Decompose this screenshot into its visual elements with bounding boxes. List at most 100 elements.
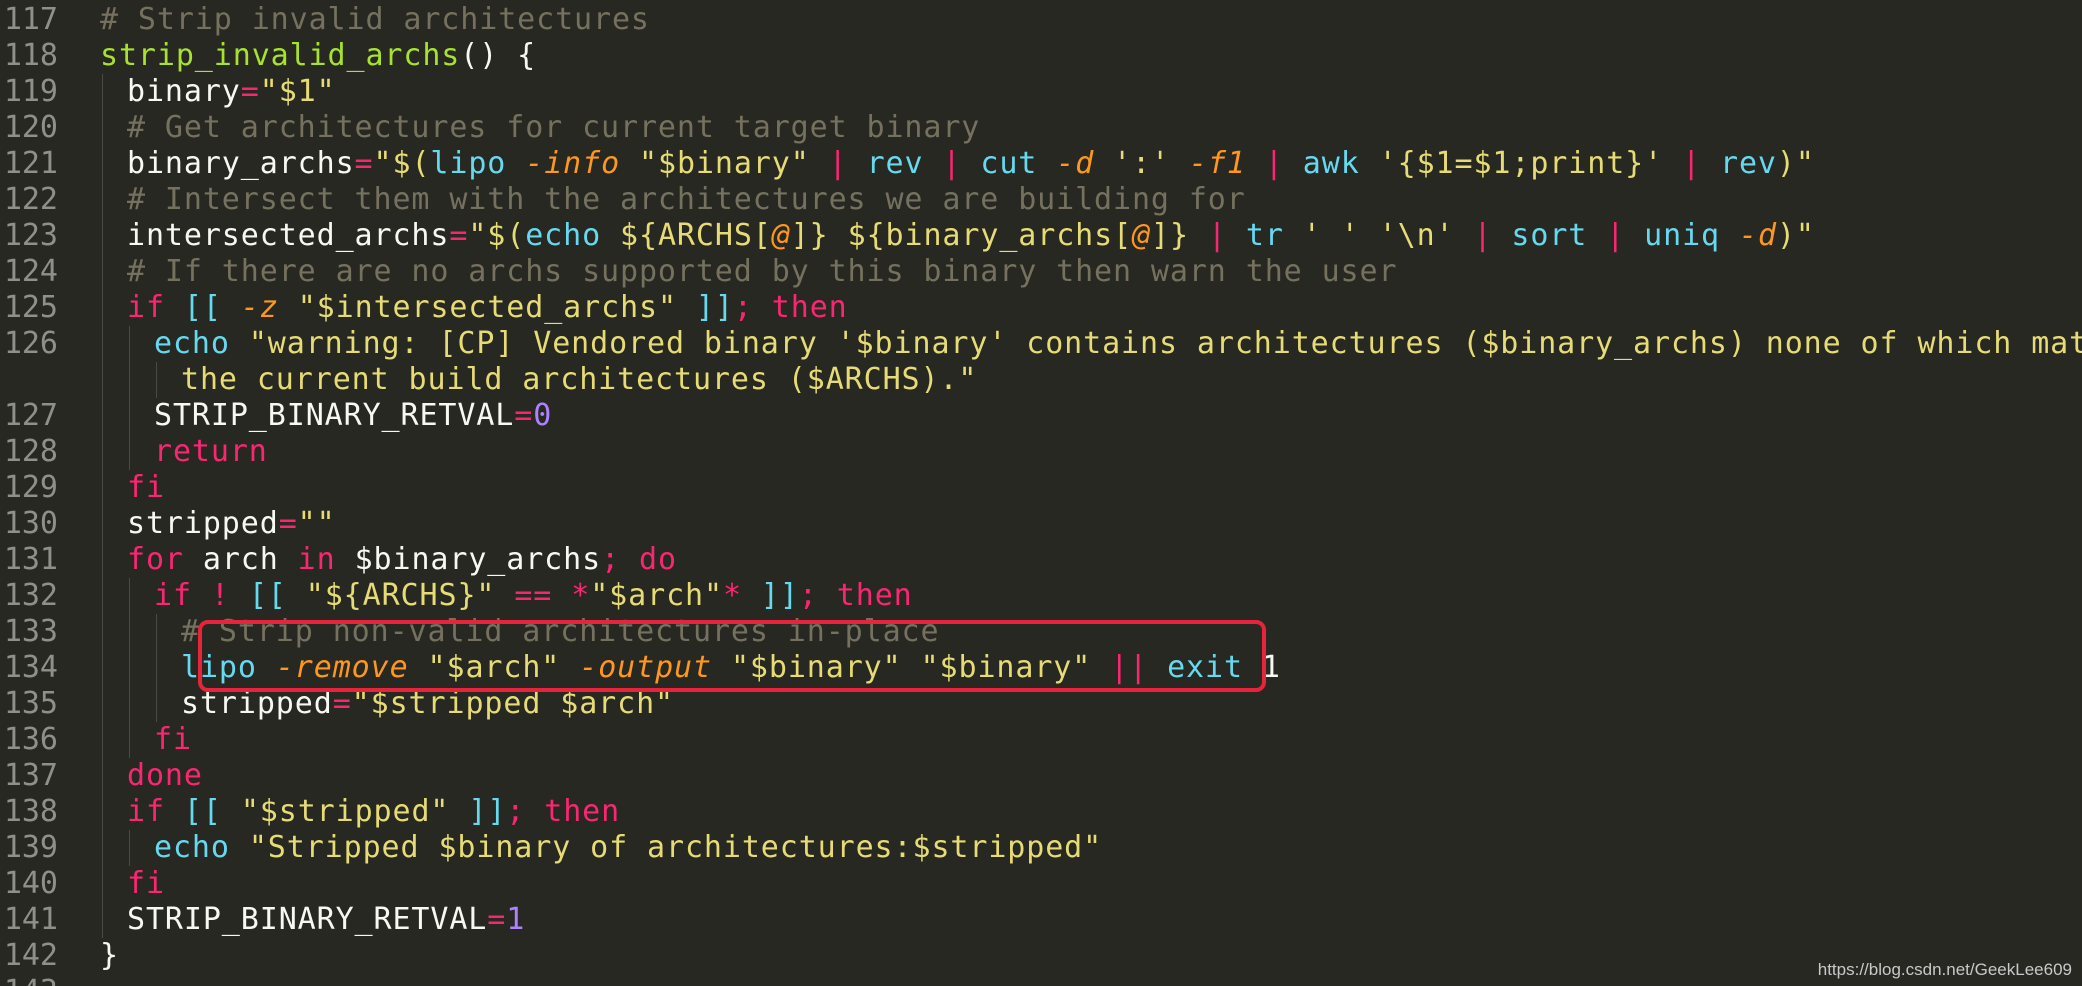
code-line[interactable]: 126 echo "warning: [CP] Vendored binary '… bbox=[0, 326, 2082, 362]
code-text: echo "warning: [CP] Vendored binary '$bi… bbox=[154, 326, 2082, 362]
code-line[interactable]: 122 # Intersect them with the architectur… bbox=[0, 182, 2082, 218]
code-token: '\n' bbox=[1378, 218, 1455, 253]
code-line[interactable]: 137 done bbox=[0, 758, 2082, 794]
indent-guide bbox=[102, 434, 103, 470]
code-token: uniq bbox=[1644, 218, 1721, 253]
code-token: strip_invalid_archs bbox=[100, 38, 461, 73]
code-token: )" bbox=[1776, 218, 1815, 253]
code-token: )" bbox=[1776, 146, 1815, 181]
code-text: the current build architectures ($ARCHS)… bbox=[181, 362, 977, 398]
code-line[interactable]: 138 if [[ "$stripped" ]]; then bbox=[0, 794, 2082, 830]
code-line[interactable]: 128 return bbox=[0, 434, 2082, 470]
line-number: 138 bbox=[3, 794, 58, 829]
code-token: echo bbox=[154, 326, 230, 361]
line-number: 120 bbox=[3, 110, 58, 145]
code-token: = bbox=[487, 902, 507, 937]
code-token: == bbox=[514, 578, 553, 613]
indent-guide bbox=[102, 326, 103, 362]
code-token: ${ARCHS[ bbox=[620, 218, 772, 253]
code-token: ]] bbox=[695, 290, 734, 325]
indent-guide bbox=[102, 506, 103, 542]
code-token: fi bbox=[127, 866, 165, 901]
code-token: sort bbox=[1511, 218, 1588, 253]
code-token: # Intersect them with the architectures … bbox=[127, 182, 1246, 217]
code-text: if [[ -z "$intersected_archs" ]]; then bbox=[127, 290, 848, 326]
code-token: * bbox=[722, 578, 742, 613]
code-token: ; bbox=[733, 290, 753, 325]
indent-guide bbox=[102, 722, 103, 758]
code-token: stripped bbox=[127, 506, 279, 541]
code-line[interactable]: 121 binary_archs="$(lipo -info "$binary" … bbox=[0, 146, 2082, 182]
indent-guide bbox=[129, 830, 130, 866]
code-text: binary="$1" bbox=[127, 74, 336, 110]
code-line[interactable]: 127 STRIP_BINARY_RETVAL=0 bbox=[0, 398, 2082, 434]
code-line[interactable]: 129 fi bbox=[0, 470, 2082, 506]
line-number: 143 bbox=[0, 974, 58, 986]
code-line[interactable]: 125 if [[ -z "$intersected_archs" ]]; the… bbox=[0, 290, 2082, 326]
line-number: 141 bbox=[3, 902, 58, 937]
indent-guide bbox=[156, 686, 157, 722]
indent-guide bbox=[156, 362, 157, 398]
line-number: 132 bbox=[3, 578, 58, 613]
code-text: STRIP_BINARY_RETVAL=0 bbox=[154, 398, 552, 434]
line-number: 126 bbox=[3, 326, 58, 361]
indent-guide bbox=[102, 794, 103, 830]
indent-guide bbox=[102, 902, 103, 938]
code-text: fi bbox=[127, 866, 165, 902]
indent-guide bbox=[102, 362, 103, 398]
indent-guide bbox=[129, 434, 130, 470]
indent-guide bbox=[156, 650, 157, 686]
code-line[interactable]: 143 bbox=[0, 974, 2082, 986]
code-token: "$1" bbox=[259, 74, 336, 109]
code-token: [[ bbox=[248, 578, 287, 613]
code-token: rev bbox=[866, 146, 924, 181]
indent-guide bbox=[102, 290, 103, 326]
code-line[interactable]: 120 # Get architectures for current targe… bbox=[0, 110, 2082, 146]
code-token: arch bbox=[183, 542, 298, 577]
code-token: | bbox=[1606, 218, 1626, 253]
code-token: "${ARCHS}" bbox=[305, 578, 496, 613]
code-token: @ bbox=[771, 218, 791, 253]
indent-guide bbox=[129, 686, 130, 722]
code-token: "" bbox=[297, 506, 336, 541]
indent-guide bbox=[129, 398, 130, 434]
code-line[interactable]: 139 echo "Stripped $binary of architectur… bbox=[0, 830, 2082, 866]
code-line[interactable]: 131 for arch in $binary_archs; do bbox=[0, 542, 2082, 578]
code-line[interactable]: the current build architectures ($ARCHS)… bbox=[0, 362, 2082, 398]
line-number: 140 bbox=[3, 866, 58, 901]
code-editor[interactable]: 117 # Strip invalid architectures 118 strip… bbox=[0, 0, 2082, 986]
code-line[interactable]: 142} bbox=[0, 938, 2082, 974]
code-line[interactable]: 140 fi bbox=[0, 866, 2082, 902]
indent-guide bbox=[102, 182, 103, 218]
code-line[interactable]: 136 fi bbox=[0, 722, 2082, 758]
code-line[interactable]: 141 STRIP_BINARY_RETVAL=1 bbox=[0, 902, 2082, 938]
code-line[interactable]: 118 strip_invalid_archs() { bbox=[0, 38, 2082, 74]
code-token: "$arch" bbox=[590, 578, 723, 613]
code-text: for arch in $binary_archs; do bbox=[127, 542, 677, 578]
code-line[interactable]: 124 # If there are no archs supported by … bbox=[0, 254, 2082, 290]
indent-guide bbox=[129, 326, 130, 362]
code-token: "$( bbox=[373, 146, 431, 181]
code-token: -d bbox=[1739, 218, 1777, 253]
code-line[interactable]: 130 stripped="" bbox=[0, 506, 2082, 542]
code-text: # Intersect them with the architectures … bbox=[127, 182, 1246, 218]
code-line[interactable]: 132 if ! [[ "${ARCHS}" == *"$arch"* ]]; t… bbox=[0, 578, 2082, 614]
code-line[interactable]: 119 binary="$1" bbox=[0, 74, 2082, 110]
line-number: 131 bbox=[3, 542, 58, 577]
code-line[interactable]: 123 intersected_archs="$(echo ${ARCHS[@]}… bbox=[0, 218, 2082, 254]
code-line[interactable]: 117 # Strip invalid architectures bbox=[0, 2, 2082, 38]
line-number: 135 bbox=[3, 686, 58, 721]
